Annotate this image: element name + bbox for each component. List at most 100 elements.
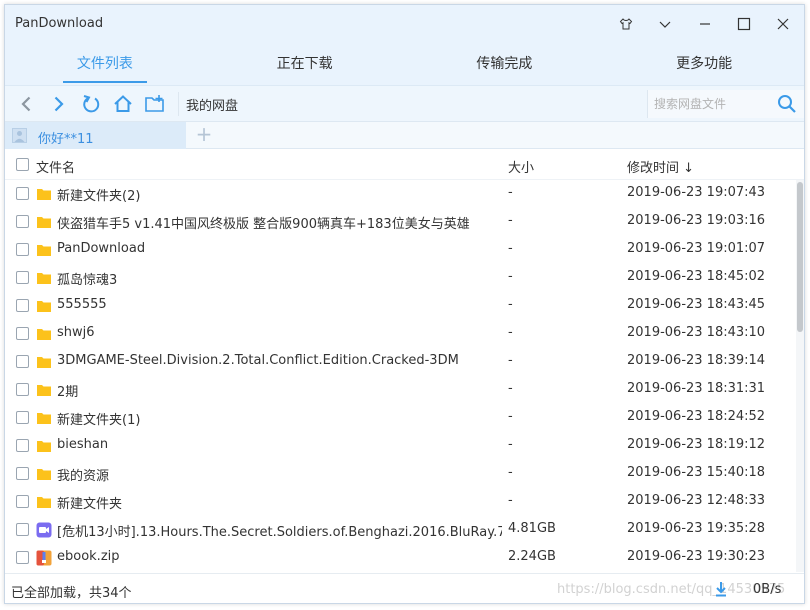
file-size: - [508, 353, 513, 368]
file-name: 3DMGAME-Steel.Division.2.Total.Conflict.… [57, 353, 459, 368]
file-name: [危机13小时].13.Hours.The.Secret.Soldiers.of… [57, 525, 502, 540]
user-icon [14, 131, 25, 142]
new-folder-button[interactable] [143, 92, 167, 116]
home-icon [114, 95, 132, 112]
file-modified-time: 2019-06-23 18:45:02 [627, 269, 766, 284]
file-name: 我的资源 [57, 469, 110, 484]
folder-icon [36, 354, 52, 370]
search-box [647, 90, 804, 118]
file-size: 2.24GB [508, 549, 556, 564]
menu-dropdown-button[interactable] [651, 11, 679, 37]
column-header-name[interactable]: 文件名 [36, 157, 75, 176]
row-checkbox[interactable] [16, 439, 29, 452]
status-text: 已全部加载，共34个 [11, 586, 132, 601]
file-row[interactable]: bieshan - 2019-06-23 18:19:12 [5, 432, 795, 460]
column-header-modified-time[interactable]: 修改时间 ↓ [627, 157, 694, 176]
back-button[interactable] [15, 92, 39, 116]
scrollbar-thumb[interactable] [797, 182, 803, 332]
file-row[interactable]: shwj6 - 2019-06-23 18:43:10 [5, 320, 795, 348]
row-checkbox[interactable] [16, 495, 29, 508]
title-bar: PanDownload [5, 5, 804, 43]
tab-more-features[interactable]: 更多功能 [604, 43, 804, 85]
search-button[interactable] [776, 93, 798, 115]
file-row[interactable]: 我的资源 - 2019-06-23 15:40:18 [5, 460, 795, 488]
file-row[interactable]: 555555 - 2019-06-23 18:43:45 [5, 292, 795, 320]
row-checkbox[interactable] [16, 215, 29, 228]
row-checkbox[interactable] [16, 243, 29, 256]
tab-downloading[interactable]: 正在下载 [205, 43, 405, 85]
file-row[interactable]: 新建文件夹(1) - 2019-06-23 18:24:52 [5, 404, 795, 432]
file-name: 2期 [57, 385, 79, 400]
app-title: PanDownload [15, 16, 104, 31]
row-checkbox[interactable] [16, 271, 29, 284]
folder-icon [36, 466, 52, 482]
forward-button[interactable] [46, 92, 70, 116]
search-input[interactable] [654, 94, 772, 114]
file-modified-time: 2019-06-23 18:24:52 [627, 409, 766, 424]
row-checkbox[interactable] [16, 523, 29, 536]
vertical-scrollbar[interactable] [796, 180, 804, 572]
tab-file-list[interactable]: 文件列表 [5, 43, 205, 85]
close-icon [777, 18, 789, 30]
file-name: shwj6 [57, 325, 95, 340]
tab-completed[interactable]: 传输完成 [405, 43, 605, 85]
file-size: - [508, 185, 513, 200]
file-row[interactable]: 侠盗猎车手5 v1.41中国风终极版 整合版900辆真车+183位美女与英雄 - 2… [5, 208, 795, 236]
add-account-button[interactable]: + [193, 124, 215, 146]
row-checkbox[interactable] [16, 467, 29, 480]
file-row[interactable]: 孤岛惊魂3 - 2019-06-23 18:45:02 [5, 264, 795, 292]
home-button[interactable] [111, 92, 135, 116]
refresh-icon [83, 95, 100, 113]
file-row[interactable]: 2期 - 2019-06-23 18:31:31 [5, 376, 795, 404]
row-checkbox[interactable] [16, 383, 29, 396]
row-checkbox[interactable] [16, 551, 29, 564]
chevron-down-icon [659, 21, 671, 28]
minimize-button[interactable] [691, 11, 719, 37]
video-file-icon [36, 522, 52, 538]
row-checkbox[interactable] [16, 299, 29, 312]
skin-button[interactable] [612, 11, 640, 37]
file-modified-time: 2019-06-23 18:31:31 [627, 381, 766, 396]
file-name: ebook.zip [57, 549, 120, 564]
account-tab[interactable]: 你好**11 [5, 122, 186, 149]
folder-icon [36, 326, 52, 342]
maximize-button[interactable] [730, 11, 758, 37]
new-folder-icon [145, 95, 164, 112]
file-row[interactable]: [危机13小时].13.Hours.The.Secret.Soldiers.of… [5, 516, 795, 544]
row-checkbox[interactable] [16, 411, 29, 424]
file-row[interactable]: PanDownload - 2019-06-23 19:01:07 [5, 236, 795, 264]
file-modified-time: 2019-06-23 18:39:14 [627, 353, 766, 368]
search-icon [778, 95, 796, 113]
refresh-button[interactable] [79, 92, 103, 116]
row-checkbox[interactable] [16, 327, 29, 340]
file-modified-time: 2019-06-23 19:07:43 [627, 185, 766, 200]
file-size: - [508, 325, 513, 340]
column-header-size[interactable]: 大小 [508, 157, 534, 176]
file-size: - [508, 465, 513, 480]
file-row[interactable]: 3DMGAME-Steel.Division.2.Total.Conflict.… [5, 348, 795, 376]
folder-icon [36, 186, 52, 202]
file-name: 孤岛惊魂3 [57, 273, 118, 288]
file-modified-time: 2019-06-23 19:03:16 [627, 213, 766, 228]
navigation-toolbar: 我的网盘 [5, 85, 804, 121]
main-tabs: 文件列表 正在下载 传输完成 更多功能 [5, 43, 804, 85]
close-button[interactable] [769, 11, 797, 37]
file-row[interactable]: ebook.zip 2.24GB 2019-06-23 19:30:23 [5, 544, 795, 572]
folder-icon [36, 494, 52, 510]
zip-file-icon [36, 550, 52, 566]
file-name: 新建文件夹 [57, 497, 123, 512]
file-list-header: 文件名 大小 修改时间 ↓ [5, 150, 804, 180]
folder-icon [36, 410, 52, 426]
status-bar: 已全部加载，共34个 https://blog.csdn.net/qq_1453… [5, 573, 804, 603]
file-name: 新建文件夹(1) [57, 413, 141, 428]
select-all-checkbox[interactable] [16, 158, 29, 171]
download-speed: 0B/s [753, 582, 782, 597]
row-checkbox[interactable] [16, 355, 29, 368]
row-checkbox[interactable] [16, 187, 29, 200]
current-path[interactable]: 我的网盘 [186, 95, 238, 114]
minimize-icon [700, 23, 710, 25]
file-row[interactable]: 新建文件夹 - 2019-06-23 12:48:33 [5, 488, 795, 516]
file-row[interactable]: 新建文件夹(2) - 2019-06-23 19:07:43 [5, 180, 795, 208]
file-size: - [508, 437, 513, 452]
file-size: - [508, 241, 513, 256]
